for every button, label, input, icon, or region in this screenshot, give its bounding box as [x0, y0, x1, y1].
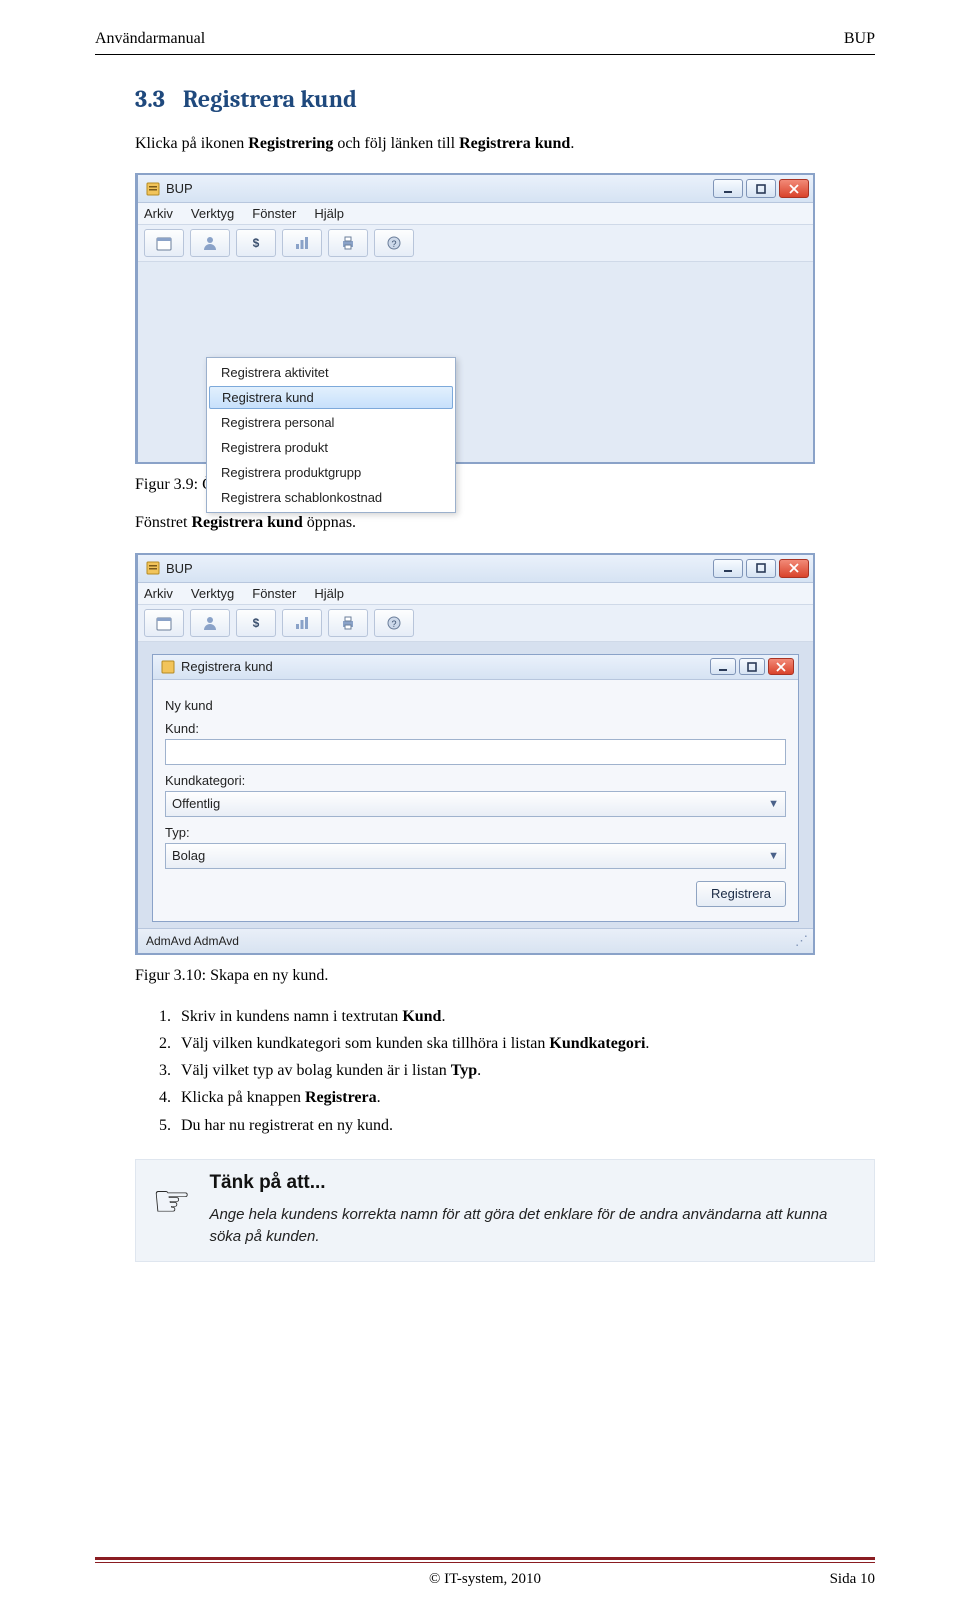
maximize-button[interactable] — [746, 179, 776, 198]
close-button[interactable] — [768, 658, 794, 675]
svg-text:$: $ — [253, 236, 260, 250]
header-right: BUP — [844, 30, 875, 48]
minimize-button[interactable] — [713, 559, 743, 578]
user-icon[interactable] — [190, 609, 230, 637]
steps-list: Skriv in kundens namn i textrutan Kund. … — [175, 1003, 875, 1139]
note-box: ☞ Tänk på att... Ange hela kundens korre… — [135, 1159, 875, 1262]
user-icon[interactable] — [190, 229, 230, 257]
menubar: Arkiv Verktyg Fönster Hjälp — [138, 203, 813, 225]
window-titlebar: BUP — [138, 175, 813, 203]
footer-divider-thick — [95, 1557, 875, 1560]
window-title: BUP — [166, 181, 713, 196]
kund-label: Kund: — [165, 721, 786, 736]
dd-item-aktivitet[interactable]: Registrera aktivitet — [207, 360, 455, 385]
kund-input[interactable] — [165, 739, 786, 765]
list-item: Skriv in kundens namn i textrutan Kund. — [175, 1003, 875, 1030]
figure-2-caption: Figur 3.10: Skapa en ny kund. — [135, 967, 875, 985]
print-icon[interactable] — [328, 609, 368, 637]
list-item: Välj vilken kundkategori som kunden ska … — [175, 1030, 875, 1057]
toolbar-2: $ ? — [138, 605, 813, 642]
calendar-icon[interactable] — [144, 229, 184, 257]
dd-item-personal[interactable]: Registrera personal — [207, 410, 455, 435]
menu-hjalp[interactable]: Hjälp — [314, 206, 344, 221]
dd-item-produktgrupp[interactable]: Registrera produktgrupp — [207, 460, 455, 485]
toolbar: $ ? — [138, 225, 813, 262]
help-icon[interactable]: ? — [374, 229, 414, 257]
typ-combo[interactable]: Bolag ▼ — [165, 843, 786, 869]
note-title: Tänk på att... — [209, 1172, 858, 1194]
chevron-down-icon: ▼ — [768, 850, 779, 862]
maximize-button[interactable] — [739, 658, 765, 675]
dd-item-kund[interactable]: Registrera kund — [209, 386, 453, 409]
maximize-button[interactable] — [746, 559, 776, 578]
window-title-2: BUP — [166, 561, 713, 576]
kundkategori-label: Kundkategori: — [165, 773, 786, 788]
list-item: Du har nu registrerat en ny kund. — [175, 1112, 875, 1139]
note-text: Ange hela kundens korrekta namn för att … — [209, 1204, 858, 1249]
kundkategori-combo[interactable]: Offentlig ▼ — [165, 791, 786, 817]
minimize-button[interactable] — [710, 658, 736, 675]
section-heading: 3.3 Registrera kund — [135, 85, 875, 113]
footer-divider-thin — [95, 1562, 875, 1563]
menu-verktyg[interactable]: Verktyg — [191, 586, 234, 601]
menu-arkiv[interactable]: Arkiv — [144, 586, 173, 601]
dollar-icon[interactable]: $ — [236, 609, 276, 637]
section-number: 3.3 — [135, 85, 165, 113]
window-titlebar-2: BUP — [138, 555, 813, 583]
typ-label: Typ: — [165, 825, 786, 840]
figure-2-screenshot: BUP Arkiv Verktyg Fönster Hjälp $ ? — [135, 553, 815, 955]
svg-text:$: $ — [253, 616, 260, 630]
intro-paragraph: Klicka på ikonen Registrering och följ l… — [135, 133, 875, 155]
menu-fonster[interactable]: Fönster — [252, 586, 296, 601]
chart-icon[interactable] — [282, 229, 322, 257]
dd-item-schablon[interactable]: Registrera schablonkostnad — [207, 485, 455, 510]
dropdown-menu: Registrera aktivitet Registrera kund Reg… — [206, 357, 456, 513]
svg-text:?: ? — [391, 239, 396, 249]
print-icon[interactable] — [328, 229, 368, 257]
list-item: Klicka på knappen Registrera. — [175, 1084, 875, 1111]
svg-text:?: ? — [391, 619, 396, 629]
figure-1-screenshot: BUP Arkiv Verktyg Fönster Hjälp $ ? Regi… — [135, 173, 815, 464]
group-label: Ny kund — [165, 698, 786, 713]
app-icon — [146, 182, 160, 196]
menu-verktyg[interactable]: Verktyg — [191, 206, 234, 221]
app-icon — [146, 561, 160, 575]
resize-grip-icon[interactable]: ⋰ — [795, 933, 805, 949]
menu-hjalp[interactable]: Hjälp — [314, 586, 344, 601]
header-left: Användarmanual — [95, 30, 205, 48]
close-button[interactable] — [779, 179, 809, 198]
inner-window-title: Registrera kund — [181, 659, 710, 674]
after-fig1-text: Fönstret Registrera kund öppnas. — [135, 512, 875, 534]
app-icon — [161, 660, 175, 674]
menu-arkiv[interactable]: Arkiv — [144, 206, 173, 221]
dd-item-produkt[interactable]: Registrera produkt — [207, 435, 455, 460]
inner-window: Registrera kund Ny kund Kund: Kundkatego… — [152, 654, 799, 922]
menubar-2: Arkiv Verktyg Fönster Hjälp — [138, 583, 813, 605]
footer-copyright: © IT-system, 2010 — [95, 1571, 875, 1588]
kundkategori-value: Offentlig — [172, 796, 220, 811]
help-icon[interactable]: ? — [374, 609, 414, 637]
minimize-button[interactable] — [713, 179, 743, 198]
list-item: Välj vilket typ av bolag kunden är i lis… — [175, 1057, 875, 1084]
menu-fonster[interactable]: Fönster — [252, 206, 296, 221]
registrera-button[interactable]: Registrera — [696, 881, 786, 907]
section-title: Registrera kund — [183, 85, 357, 113]
calendar-icon[interactable] — [144, 609, 184, 637]
statusbar: AdmAvd AdmAvd ⋰ — [138, 928, 813, 953]
close-button[interactable] — [779, 559, 809, 578]
chevron-down-icon: ▼ — [768, 798, 779, 810]
pointing-hand-icon: ☞ — [152, 1172, 191, 1224]
chart-icon[interactable] — [282, 609, 322, 637]
header-divider — [95, 54, 875, 55]
typ-value: Bolag — [172, 848, 205, 863]
dollar-icon[interactable]: $ — [236, 229, 276, 257]
statusbar-text: AdmAvd AdmAvd — [146, 934, 239, 948]
